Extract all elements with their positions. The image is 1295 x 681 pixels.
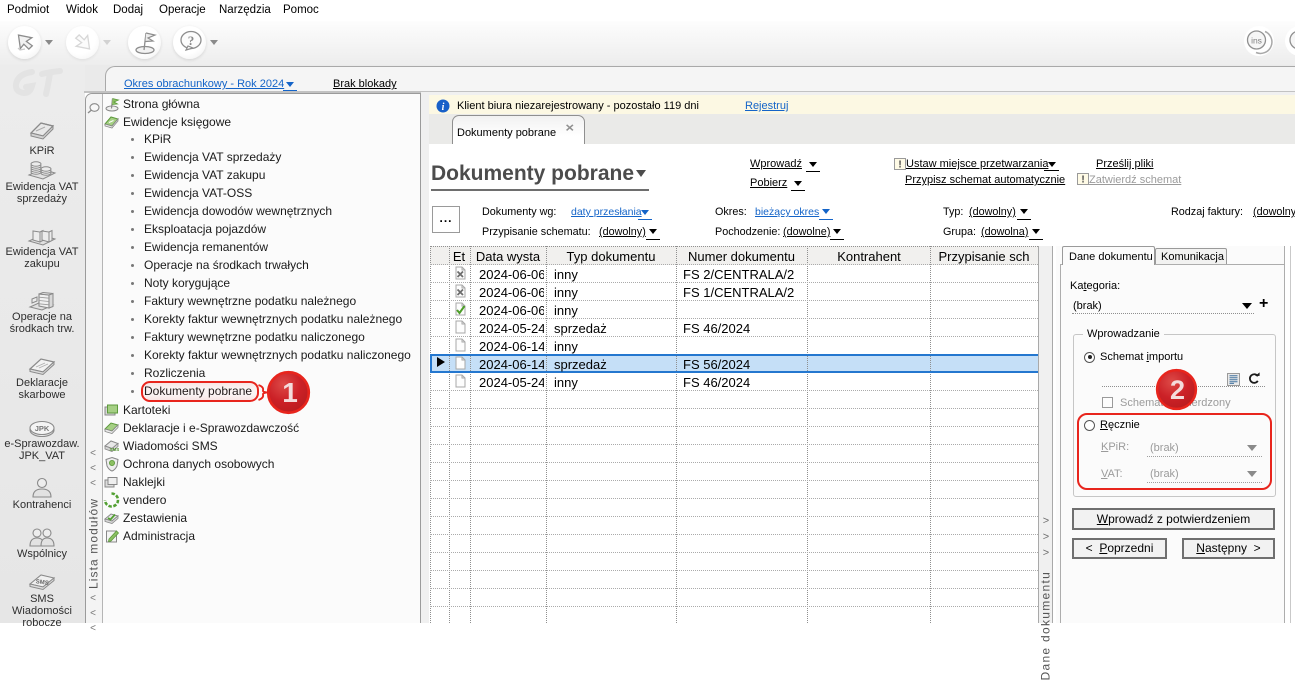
svg-text:2: 2 [1170,375,1185,405]
svg-text:!: ! [1081,175,1084,186]
svg-text:i: i [442,102,445,113]
svg-text:?: ? [188,33,195,48]
svg-text:1: 1 [282,377,298,408]
svg-text:ins: ins [1251,36,1262,46]
svg-text:SMS: SMS [110,447,120,452]
svg-text:JPK: JPK [35,424,50,433]
svg-text:!: ! [898,160,901,171]
